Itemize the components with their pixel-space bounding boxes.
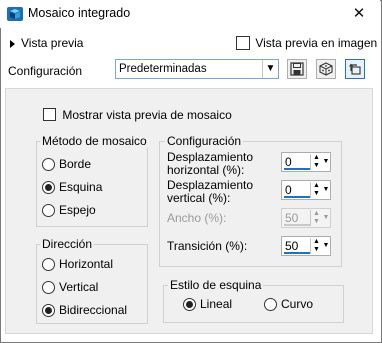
radio-button[interactable]: [42, 304, 55, 318]
radio-label: Espejo: [59, 203, 96, 217]
dropdown-arrow-icon[interactable]: ▼: [322, 182, 330, 198]
value-underline: [284, 252, 310, 254]
reset-button[interactable]: [345, 59, 365, 79]
value-underline: [284, 224, 310, 226]
preview-toggle[interactable]: Vista previa: [10, 36, 83, 50]
app-icon: [7, 7, 23, 21]
dropdown-arrow-icon[interactable]: ▼: [322, 238, 330, 254]
radio-curvo[interactable]: Curvo: [264, 297, 314, 312]
radio-vertical[interactable]: Vertical: [42, 280, 99, 295]
dice-icon: [319, 62, 333, 76]
value-underline: [284, 196, 310, 198]
randomize-button[interactable]: [316, 59, 336, 79]
settings-title: Configuración: [165, 134, 244, 148]
radio-button[interactable]: [183, 298, 196, 312]
radio-esquina[interactable]: Esquina: [42, 180, 103, 195]
chevron-down-icon[interactable]: ▼: [262, 60, 278, 78]
radio-label: Esquina: [59, 180, 103, 194]
tile-method-title: Método de mosaico: [40, 134, 149, 148]
spin-arrows-icon[interactable]: ▲ ▼: [310, 182, 322, 198]
floppy-disk-icon: [290, 62, 304, 76]
value-underline: [284, 168, 310, 170]
radio-horizontal[interactable]: Horizontal: [42, 257, 114, 272]
v-offset-label: Desplazamiento vertical (%):: [167, 178, 254, 205]
preview-in-image-label: Vista previa en imagen: [255, 35, 378, 50]
title-bar: Mosaico integrado ✕: [0, 0, 380, 28]
close-button[interactable]: ✕: [347, 3, 371, 25]
spin-arrows-icon[interactable]: ▲ ▼: [310, 154, 322, 170]
dropdown-arrow-icon[interactable]: ▼: [322, 210, 330, 226]
transition-spinner[interactable]: 50 ▲ ▼ ▼: [281, 236, 331, 256]
radio-label: Bidireccional: [59, 303, 128, 317]
radio-label: Curvo: [281, 297, 314, 311]
radio-button[interactable]: [42, 181, 55, 195]
spin-arrows-icon[interactable]: ▲ ▼: [310, 210, 322, 226]
show-mosaic-preview-label: Mostrar vista previa de mosaico: [62, 107, 232, 122]
h-offset-label: Desplazamiento horizontal (%):: [167, 150, 254, 177]
preset-select-value: Predeterminadas: [119, 63, 207, 75]
h-offset-spinner[interactable]: 0 ▲ ▼ ▼: [281, 152, 331, 172]
preset-select[interactable]: Predeterminadas ▼: [115, 59, 279, 79]
radio-lineal[interactable]: Lineal: [183, 297, 233, 312]
radio-bidireccional[interactable]: Bidireccional: [42, 303, 128, 318]
corner-style-title: Estilo de esquina: [168, 278, 264, 292]
preview-toggle-label: Vista previa: [21, 36, 84, 50]
radio-label: Lineal: [200, 297, 233, 311]
width-label: Ancho (%):: [167, 211, 227, 225]
preview-in-image-checkbox[interactable]: Vista previa en imagen: [236, 35, 377, 50]
radio-label: Vertical: [59, 280, 99, 294]
radio-label: Borde: [59, 157, 92, 171]
transition-value[interactable]: 50: [285, 239, 298, 253]
radio-button[interactable]: [42, 158, 55, 172]
width-spinner[interactable]: 50 ▲ ▼ ▼: [281, 208, 331, 228]
show-mosaic-preview-checkbox[interactable]: Mostrar vista previa de mosaico: [43, 107, 232, 122]
radio-button[interactable]: [42, 258, 55, 272]
radio-button[interactable]: [264, 298, 277, 312]
radio-button[interactable]: [42, 204, 55, 218]
radio-button[interactable]: [42, 281, 55, 295]
checkbox-box[interactable]: [236, 35, 250, 50]
expand-arrow-icon: [10, 39, 15, 48]
save-preset-button[interactable]: [287, 59, 307, 79]
width-value[interactable]: 50: [285, 211, 298, 225]
transition-label: Transición (%):: [167, 239, 248, 253]
h-offset-value[interactable]: 0: [285, 155, 292, 169]
config-label: Configuración: [8, 64, 83, 78]
reset-icon: [349, 63, 361, 75]
radio-borde[interactable]: Borde: [42, 157, 92, 172]
direction-title: Dirección: [40, 237, 95, 251]
radio-label: Horizontal: [59, 257, 114, 271]
radio-espejo[interactable]: Espejo: [42, 203, 96, 218]
checkbox-box[interactable]: [43, 108, 56, 122]
v-offset-value[interactable]: 0: [285, 183, 292, 197]
v-offset-spinner[interactable]: 0 ▲ ▼ ▼: [281, 180, 331, 200]
spin-arrows-icon[interactable]: ▲ ▼: [310, 238, 322, 254]
dropdown-arrow-icon[interactable]: ▼: [322, 154, 330, 170]
window-title: Mosaico integrado: [28, 6, 131, 20]
